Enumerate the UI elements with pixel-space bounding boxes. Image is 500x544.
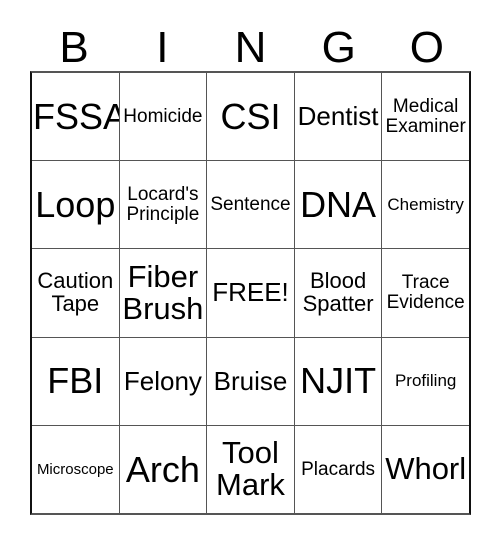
bingo-cell-o3[interactable]: Trace Evidence xyxy=(382,249,469,337)
bingo-cell-label: CSI xyxy=(220,95,281,137)
bingo-cell-label: Locard's Principle xyxy=(126,184,200,225)
bingo-cell-label: Profiling xyxy=(394,371,457,391)
bingo-cell-label: Tool Mark xyxy=(216,435,285,503)
bingo-cell-i4[interactable]: Felony xyxy=(119,337,208,425)
bingo-cell-label: Loop xyxy=(35,184,116,226)
bingo-cell-label: Sentence xyxy=(210,193,291,215)
bingo-cell-label: Felony xyxy=(123,365,202,396)
bingo-row: Loop Locard's Principle Sentence DNA Che… xyxy=(32,161,469,250)
bingo-cell-label: Medical Examiner xyxy=(385,95,466,137)
bingo-cell-g5[interactable]: Placards xyxy=(294,425,383,514)
bingo-cell-o2[interactable]: Chemistry xyxy=(382,161,469,249)
bingo-cell-g4[interactable]: NJIT xyxy=(294,337,383,425)
bingo-cell-b2[interactable]: Loop xyxy=(32,161,120,249)
bingo-cell-label: NJIT xyxy=(300,360,377,402)
bingo-row: Caution Tape Fiber Brush FREE! Blood Spa… xyxy=(32,249,469,338)
bingo-free-space-label: FREE! xyxy=(212,277,289,308)
bingo-cell-label: Blood Spatter xyxy=(302,268,374,316)
bingo-cell-g1[interactable]: Dentist xyxy=(294,73,383,161)
bingo-cell-n2[interactable]: Sentence xyxy=(207,161,295,249)
bingo-cell-b3[interactable]: Caution Tape xyxy=(32,249,120,337)
bingo-cell-n4[interactable]: Bruise xyxy=(207,337,295,425)
bingo-cell-label: Bruise xyxy=(213,365,288,396)
bingo-cell-label: Trace Evidence xyxy=(386,272,465,313)
bingo-cell-free-space[interactable]: FREE! xyxy=(207,249,295,337)
bingo-row: FSSA Homicide CSI Dentist Medical Examin… xyxy=(32,73,469,162)
bingo-card: B I N G O FSSA Homicide CSI Dentist Medi… xyxy=(0,0,500,544)
bingo-cell-b5[interactable]: Microscope xyxy=(32,425,120,514)
bingo-row: Microscope Arch Tool Mark Placards Whorl xyxy=(32,425,469,514)
bingo-cell-g2[interactable]: DNA xyxy=(294,161,383,249)
header-letter-o: O xyxy=(409,23,445,72)
bingo-cell-b1[interactable]: FSSA xyxy=(32,73,120,161)
header-letter-b: B xyxy=(59,23,89,72)
bingo-cell-label: DNA xyxy=(300,184,377,226)
bingo-cell-n1[interactable]: CSI xyxy=(207,73,295,161)
bingo-cell-label: Placards xyxy=(301,458,376,480)
bingo-cell-label: Homicide xyxy=(123,105,203,127)
bingo-cell-o4[interactable]: Profiling xyxy=(382,337,469,425)
bingo-cell-i1[interactable]: Homicide xyxy=(119,73,208,161)
bingo-cell-label: FSSA xyxy=(33,95,120,137)
header-letter-i: I xyxy=(156,23,169,72)
bingo-row: FBI Felony Bruise NJIT Profiling xyxy=(32,337,469,426)
bingo-cell-i3[interactable]: Fiber Brush xyxy=(119,249,208,337)
header-letter-n: N xyxy=(234,23,267,72)
bingo-grid: FSSA Homicide CSI Dentist Medical Examin… xyxy=(30,71,471,515)
bingo-cell-label: Fiber Brush xyxy=(122,258,204,326)
bingo-cell-label: Chemistry xyxy=(387,194,464,214)
bingo-cell-label: Arch xyxy=(125,448,200,490)
header-letter-g: G xyxy=(321,23,356,72)
bingo-header-row: B I N G O xyxy=(30,14,471,70)
bingo-cell-label: Dentist xyxy=(297,101,379,132)
bingo-cell-o1[interactable]: Medical Examiner xyxy=(382,73,469,161)
bingo-cell-label: Microscope xyxy=(36,460,114,478)
bingo-cell-i2[interactable]: Locard's Principle xyxy=(119,161,208,249)
bingo-cell-label: Caution Tape xyxy=(37,268,114,316)
bingo-cell-i5[interactable]: Arch xyxy=(119,425,208,514)
bingo-cell-label: Whorl xyxy=(385,451,467,487)
bingo-cell-o5[interactable]: Whorl xyxy=(382,425,469,514)
bingo-cell-label: FBI xyxy=(47,360,104,402)
bingo-cell-g3[interactable]: Blood Spatter xyxy=(294,249,383,337)
bingo-cell-b4[interactable]: FBI xyxy=(32,337,120,425)
bingo-cell-n5[interactable]: Tool Mark xyxy=(207,425,295,514)
